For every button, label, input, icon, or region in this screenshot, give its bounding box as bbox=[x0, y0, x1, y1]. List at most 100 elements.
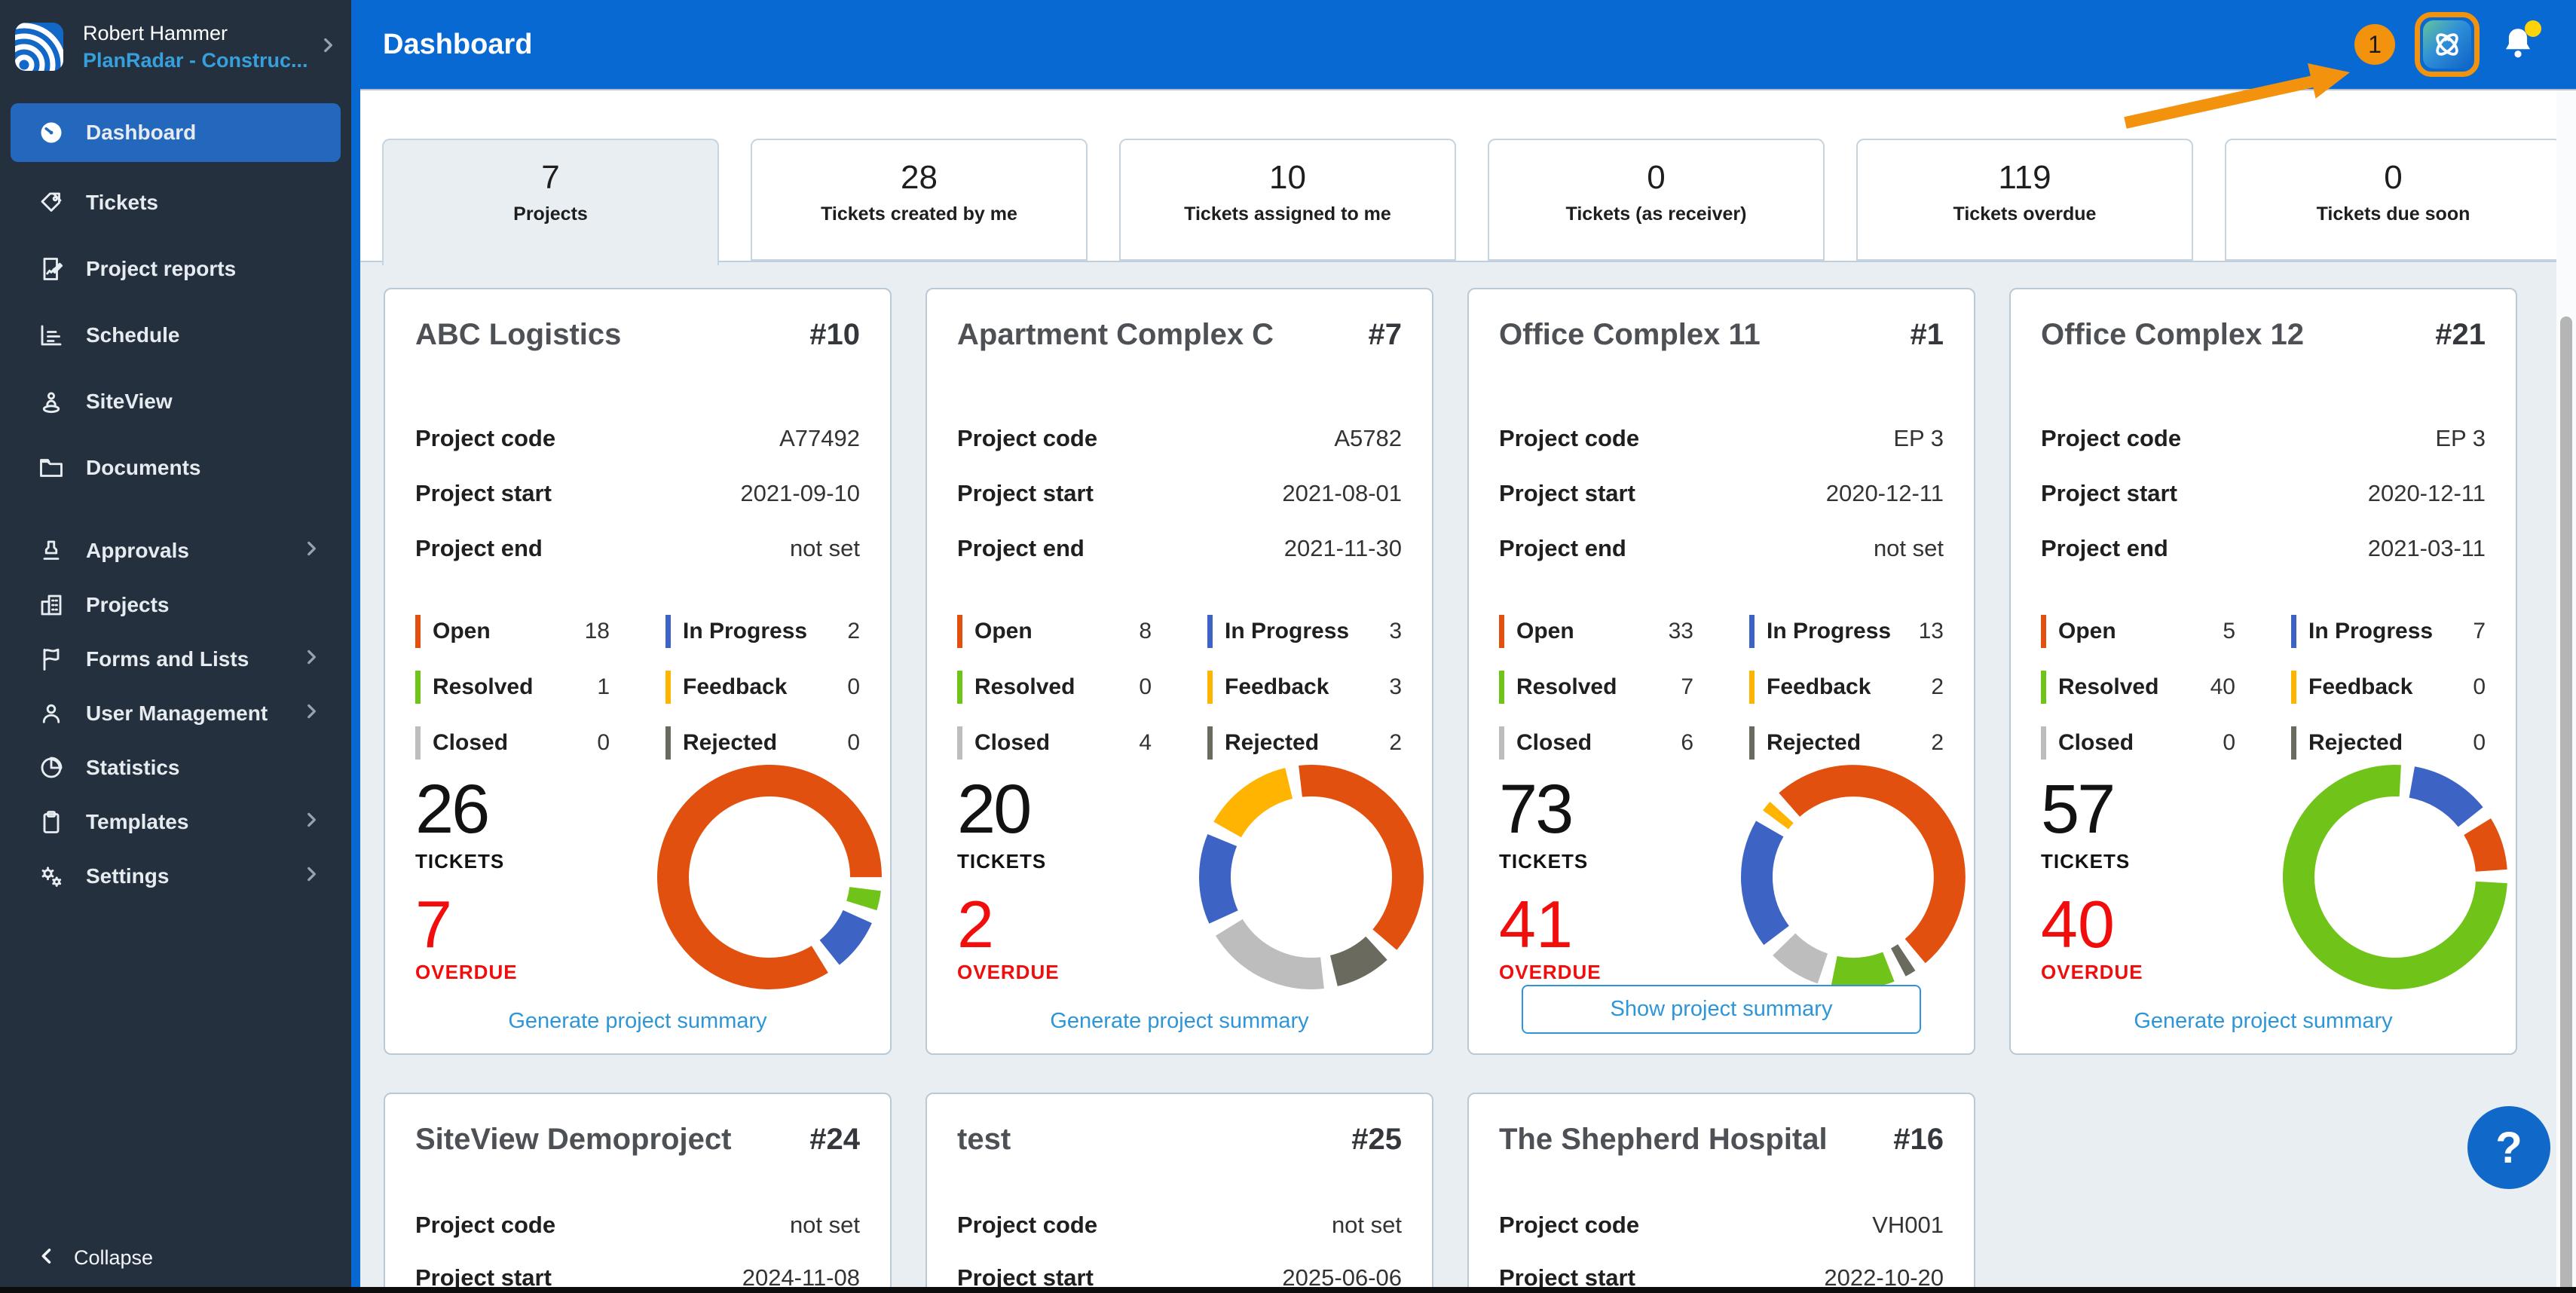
status-color-bar bbox=[415, 671, 421, 704]
card-metrics: 57 TICKETS 40 OVERDUE bbox=[2041, 764, 2508, 994]
generate-project-summary-link[interactable]: Generate project summary bbox=[1050, 1009, 1308, 1034]
documents-icon bbox=[38, 454, 65, 481]
field-row: Project code not set bbox=[957, 1199, 1402, 1252]
status-color-bar bbox=[2041, 726, 2046, 760]
field-label: Project start bbox=[2041, 479, 2177, 506]
planradar-logo-icon bbox=[15, 23, 63, 72]
sidebar-item-label: Settings bbox=[86, 864, 170, 888]
status-value: 2 bbox=[1931, 730, 1944, 755]
status-value: 7 bbox=[1681, 674, 1693, 699]
field-value: EP 3 bbox=[2435, 424, 2486, 451]
annotation-step-badge: 1 bbox=[2354, 24, 2395, 65]
tab-tickets-created-by-me[interactable]: 28 Tickets created by me bbox=[751, 139, 1088, 261]
tab-tickets-overdue[interactable]: 119 Tickets overdue bbox=[1856, 139, 2193, 261]
tab-label: Tickets overdue bbox=[1953, 203, 2097, 225]
status-color-bar bbox=[957, 615, 962, 648]
status-label: Feedback bbox=[2308, 674, 2413, 699]
field-value: 2020-12-11 bbox=[2367, 479, 2486, 506]
project-number: #24 bbox=[809, 1123, 860, 1156]
sidebar-item-documents[interactable]: Documents bbox=[11, 435, 341, 501]
field-row: Project code A5782 bbox=[957, 411, 1402, 466]
account-switcher[interactable]: Robert Hammer PlanRadar - Construc... bbox=[0, 0, 351, 90]
status-label: In Progress bbox=[1225, 619, 1350, 643]
field-row: Project start 2021-08-01 bbox=[957, 466, 1402, 521]
status-color-bar bbox=[2041, 615, 2046, 648]
status-feedback: Feedback 3 bbox=[1207, 671, 1402, 704]
field-label: Project code bbox=[1499, 424, 1640, 451]
project-card-the-shepherd-hospital: The Shepherd Hospital #16 Project code VH00… bbox=[1467, 1093, 1975, 1293]
status-color-bar bbox=[2291, 726, 2296, 760]
users-icon bbox=[38, 700, 65, 727]
status-label: Open bbox=[1516, 619, 1574, 643]
status-value: 4 bbox=[1139, 730, 1152, 755]
sidebar-item-schedule[interactable]: Schedule bbox=[11, 302, 341, 368]
field-label: Project start bbox=[1499, 479, 1635, 506]
status-donut-chart bbox=[2282, 764, 2508, 990]
status-color-bar bbox=[415, 726, 421, 760]
show-project-summary-button[interactable]: Show project summary bbox=[1522, 985, 1921, 1034]
status-open: Open 18 bbox=[415, 615, 610, 648]
tab-label: Projects bbox=[513, 203, 588, 225]
sidebar-item-statistics[interactable]: Statistics bbox=[11, 741, 341, 795]
tab-tickets-assigned-to-me[interactable]: 10 Tickets assigned to me bbox=[1119, 139, 1456, 261]
card-metrics: 73 TICKETS 41 OVERDUE bbox=[1499, 764, 1966, 994]
generate-project-summary-link[interactable]: Generate project summary bbox=[508, 1009, 766, 1034]
chevron-right-icon bbox=[301, 647, 321, 671]
reports-icon bbox=[38, 255, 65, 283]
sidebar-item-approvals[interactable]: Approvals bbox=[11, 524, 341, 578]
dashboard-icon bbox=[38, 119, 65, 146]
status-donut-chart bbox=[656, 764, 883, 990]
status-rejected: Rejected 0 bbox=[2291, 726, 2486, 760]
sidebar-item-label: SiteView bbox=[86, 389, 173, 413]
status-color-bar bbox=[665, 671, 671, 704]
overdue-caption: OVERDUE bbox=[957, 961, 1060, 983]
status-value: 0 bbox=[2473, 730, 2486, 755]
notifications-button[interactable] bbox=[2499, 20, 2541, 66]
field-label: Project code bbox=[957, 1212, 1098, 1238]
account-name: PlanRadar - Construc... bbox=[83, 49, 308, 72]
ticket-counters: 57 TICKETS 40 OVERDUE bbox=[2041, 764, 2143, 994]
sidebar-item-templates[interactable]: Templates bbox=[11, 795, 341, 849]
tab-projects[interactable]: 7 Projects bbox=[382, 139, 719, 265]
field-label: Project code bbox=[957, 424, 1098, 451]
sidebar-item-dashboard[interactable]: Dashboard bbox=[11, 102, 341, 162]
status-closed: Closed 6 bbox=[1499, 726, 1693, 760]
generate-project-summary-link[interactable]: Generate project summary bbox=[2134, 1009, 2392, 1034]
card-action: Generate project summary bbox=[385, 1009, 890, 1034]
sidebar-item-forms-and-lists[interactable]: Forms and Lists bbox=[11, 632, 341, 686]
sidebar-item-project-reports[interactable]: Project reports bbox=[11, 236, 341, 302]
collapse-sidebar-button[interactable]: Collapse bbox=[0, 1246, 351, 1270]
tickets-count: 26 bbox=[415, 771, 490, 848]
scrollbar-track[interactable] bbox=[2556, 90, 2576, 1293]
sidebar-item-user-management[interactable]: User Management bbox=[11, 686, 341, 741]
status-label: Resolved bbox=[974, 674, 1075, 699]
sidebar-item-projects[interactable]: Projects bbox=[11, 578, 341, 632]
status-color-bar bbox=[1499, 671, 1504, 704]
field-label: Project code bbox=[415, 424, 556, 451]
tab-label: Tickets due soon bbox=[2316, 203, 2470, 225]
settings-icon bbox=[38, 863, 65, 890]
status-value: 8 bbox=[1139, 619, 1152, 643]
sidebar-item-siteview[interactable]: SiteView bbox=[11, 368, 341, 435]
tab-tickets-due-soon[interactable]: 0 Tickets due soon bbox=[2225, 139, 2562, 261]
field-value: 2021-09-10 bbox=[740, 479, 860, 506]
status-color-bar bbox=[1749, 726, 1755, 760]
scrollbar-thumb[interactable] bbox=[2560, 316, 2572, 1293]
help-button[interactable]: ? bbox=[2467, 1106, 2550, 1189]
status-value: 13 bbox=[1918, 619, 1944, 643]
tickets-caption: TICKETS bbox=[957, 850, 1047, 873]
sidebar-menu: Dashboard Tickets Project reports Schedule S… bbox=[0, 90, 351, 903]
sidebar-item-settings[interactable]: Settings bbox=[11, 849, 341, 903]
status-value: 2 bbox=[1931, 674, 1944, 699]
app-switcher-icon[interactable] bbox=[2423, 20, 2471, 69]
bottom-edge bbox=[0, 1287, 2576, 1293]
overdue-count: 2 bbox=[957, 887, 994, 961]
sidebar-item-tickets[interactable]: Tickets bbox=[11, 170, 341, 236]
status-resolved: Resolved 40 bbox=[2041, 671, 2235, 704]
card-header: Apartment Complex C #7 bbox=[957, 318, 1402, 352]
sidebar-item-label: Templates bbox=[86, 809, 189, 833]
tab-tickets-as-receiver-[interactable]: 0 Tickets (as receiver) bbox=[1488, 139, 1825, 261]
field-row: Project end 2021-03-11 bbox=[2041, 521, 2486, 576]
field-value: not set bbox=[1873, 534, 1944, 561]
sidebar-item-label: Project reports bbox=[86, 256, 237, 280]
